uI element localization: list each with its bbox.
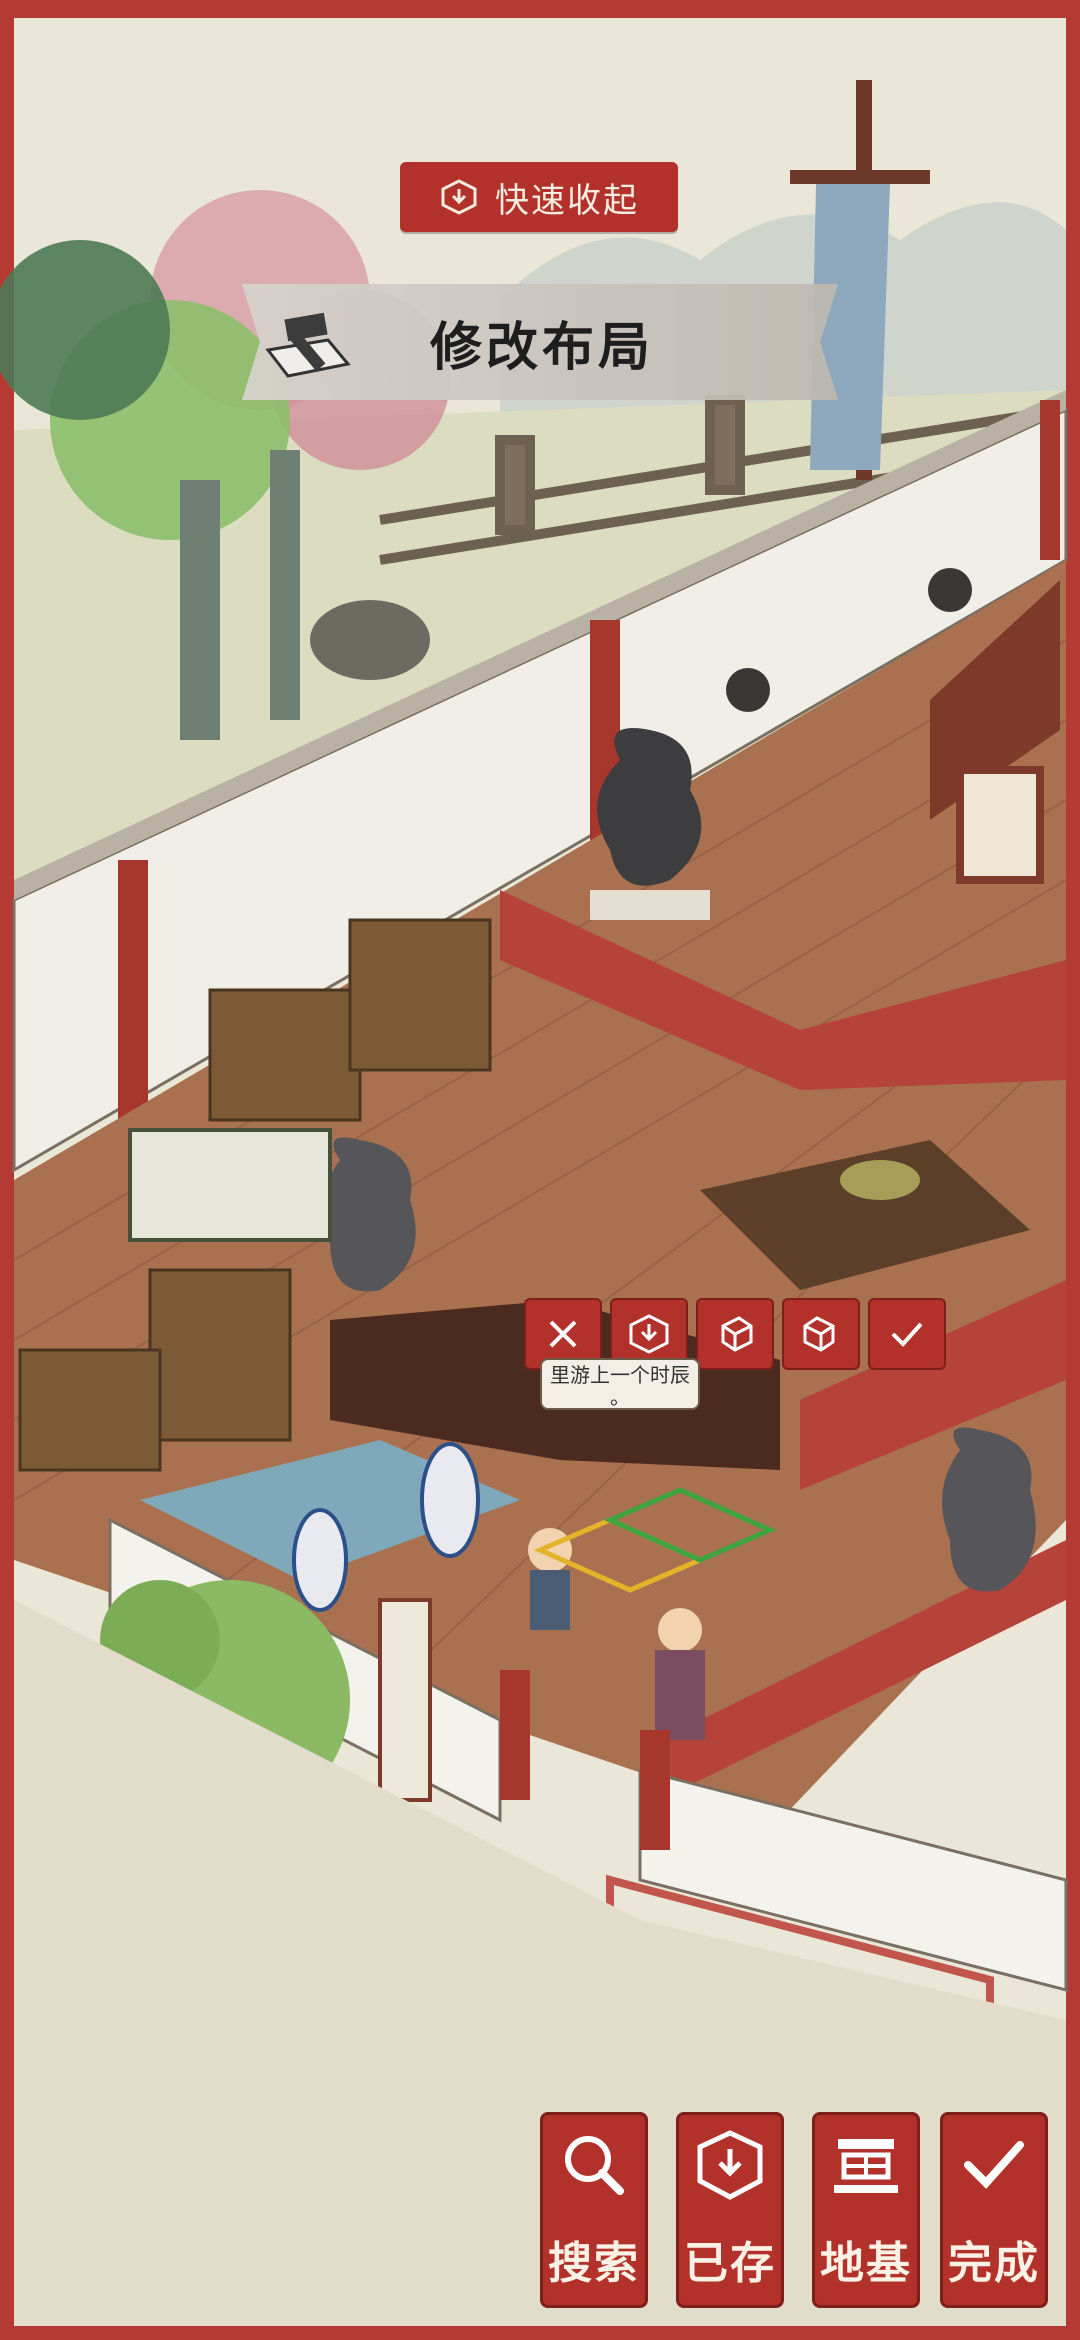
confirm-placement-button[interactable] (868, 1298, 946, 1370)
mode-title: 修改布局 (430, 316, 655, 378)
speech-bubble-text: 里游上一个时辰 (550, 1363, 690, 1387)
rotate-right-button[interactable] (782, 1298, 860, 1370)
rotate-right-icon (803, 1316, 835, 1352)
item-edit-toolbar (524, 1298, 946, 1370)
speech-bubble-tail: 。 (610, 1385, 630, 1409)
rotate-left-icon (721, 1316, 753, 1352)
lattice-window (726, 668, 770, 712)
flower-bed (128, 1128, 332, 1242)
confirm-icon (891, 1322, 923, 1347)
search-button[interactable]: 搜索 (540, 2112, 648, 2308)
foundation-button[interactable]: 地基 (812, 2112, 920, 2308)
foundation-label: 地基 (820, 2238, 912, 2289)
quick-collapse-label: 快速收起 (495, 180, 639, 221)
close-icon (549, 1320, 577, 1348)
stored-label: 已存 (684, 2238, 776, 2289)
painted-screen (378, 1598, 432, 1802)
store-icon (629, 1314, 669, 1354)
storage-box-icon (697, 2130, 763, 2200)
quick-collapse-button[interactable]: 快速收起 (400, 162, 678, 232)
hammer-icon (265, 312, 351, 378)
done-button[interactable]: 完成 (940, 2112, 1048, 2308)
search-icon (565, 2136, 624, 2195)
stored-items-button[interactable]: 已存 (676, 2112, 784, 2308)
rotate-left-button[interactable] (696, 1298, 774, 1370)
stone-pot (310, 600, 430, 680)
shop-sign (956, 766, 1044, 884)
search-label: 搜索 (548, 2238, 640, 2289)
edit-layout-banner: 修改布局 (242, 284, 838, 400)
collapse-box-icon (441, 179, 477, 215)
done-label: 完成 (948, 2238, 1040, 2289)
checkmark-icon (964, 2141, 1024, 2189)
speech-bubble: 里游上一个时辰 。 (540, 1358, 700, 1410)
foundation-icon (834, 2139, 898, 2193)
